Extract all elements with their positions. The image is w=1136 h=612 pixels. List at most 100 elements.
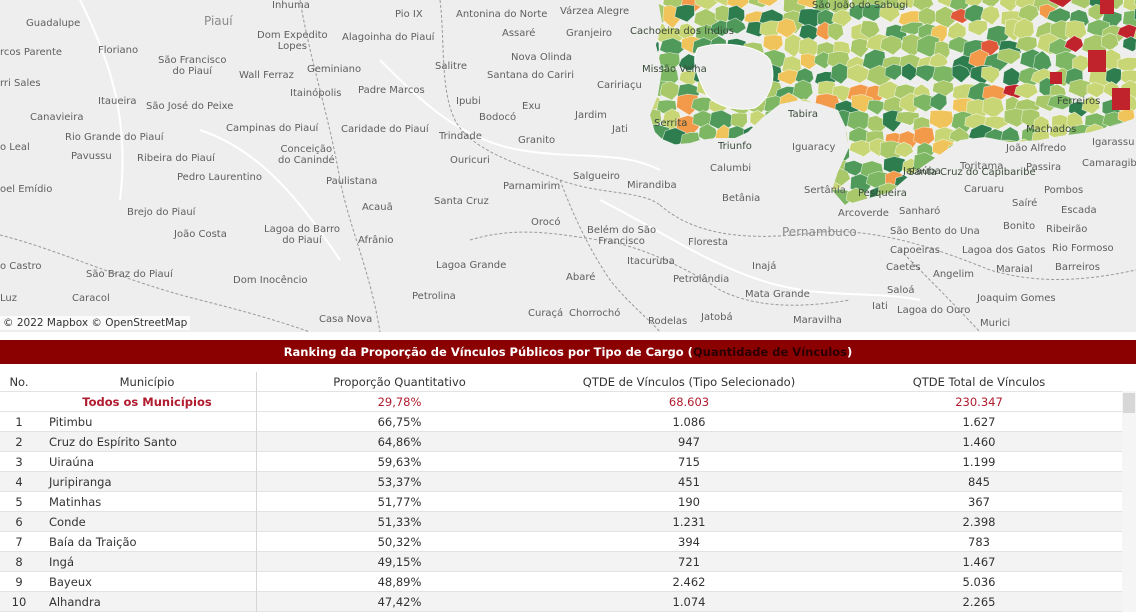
ranking-title-measure[interactable]: Quantidade de Vínculos [693, 345, 847, 359]
municipality-polygon[interactable] [1018, 176, 1043, 198]
table-row[interactable]: 2 Cruz do Espírito Santo 64,86% 947 1.460 [0, 432, 1122, 452]
municipality-polygon[interactable] [763, 109, 786, 126]
municipality-polygon[interactable] [641, 145, 668, 163]
municipality-polygon[interactable] [814, 93, 841, 114]
municipality-polygon[interactable] [679, 131, 701, 154]
municipality-polygon[interactable] [781, 183, 800, 204]
municipality-polygon[interactable] [1102, 204, 1126, 222]
column-header-no[interactable]: No. [0, 372, 38, 392]
municipality-polygon[interactable] [744, 206, 763, 222]
municipality-polygon[interactable] [827, 22, 845, 42]
municipality-polygon[interactable] [951, 206, 971, 222]
municipality-polygon[interactable] [696, 201, 721, 216]
map-place-label: Pio IX [395, 9, 423, 20]
table-row[interactable]: 10 Alhandra 47,42% 1.074 2.265 [0, 592, 1122, 612]
municipality-polygon[interactable] [710, 202, 730, 220]
municipality-polygon[interactable] [642, 40, 660, 58]
row-total: 783 [968, 535, 990, 549]
municipality-polygon[interactable] [1116, 172, 1136, 194]
municipality-polygon[interactable] [1112, 88, 1130, 110]
municipality-polygon[interactable] [980, 202, 1000, 225]
municipality-polygon[interactable] [779, 175, 805, 198]
table-scrollbar[interactable] [1122, 391, 1136, 612]
municipality-polygon[interactable] [730, 204, 752, 227]
row-proporcao: 53,37% [256, 472, 542, 492]
table-row[interactable]: 8 Ingá 49,15% 721 1.467 [0, 552, 1122, 572]
municipality-polygon[interactable] [656, 204, 679, 224]
municipality-polygon[interactable] [792, 202, 818, 218]
municipality-polygon[interactable] [970, 199, 994, 224]
municipality-polygon[interactable] [780, 199, 802, 220]
municipality-polygon[interactable] [1104, 168, 1124, 185]
column-header-total[interactable]: QTDE Total de Vínculos [836, 372, 1122, 392]
municipality-polygon[interactable] [795, 158, 815, 177]
map-place-label: Abaré [566, 272, 596, 283]
choropleth-map[interactable]: Inhuma Guadalupe Piauí Pio IX Antonina do No… [0, 0, 1136, 332]
municipality-polygon[interactable] [765, 153, 793, 174]
column-header-municipio[interactable]: Município [38, 372, 256, 392]
map-place-label: Granito [518, 135, 556, 146]
table-scrollbar-thumb[interactable] [1123, 393, 1135, 413]
municipality-polygon[interactable] [1119, 191, 1136, 214]
municipality-polygon[interactable] [659, 80, 680, 101]
municipality-polygon[interactable] [929, 109, 955, 131]
municipality-polygon[interactable] [759, 143, 782, 164]
map-place-label: São Bento do Una [890, 226, 980, 237]
municipality-polygon[interactable] [1035, 206, 1053, 226]
municipality-polygon[interactable] [674, 145, 699, 165]
map-place-label: Padre Marcos [358, 85, 425, 96]
table-row[interactable]: 7 Baía da Traição 50,32% 394 783 [0, 532, 1122, 552]
table-row[interactable]: 9 Bayeux 48,89% 2.462 5.036 [0, 572, 1122, 592]
municipality-polygon[interactable] [639, 0, 660, 14]
map-place-label: Dom Inocêncio [233, 275, 308, 286]
municipality-polygon[interactable] [929, 92, 948, 112]
column-header-qtde[interactable]: QTDE de Vínculos (Tipo Selecionado) [542, 372, 836, 392]
row-municipio: Uiraúna [49, 455, 95, 469]
table-row[interactable]: 1 Pitimbu 66,75% 1.086 1.627 [0, 412, 1122, 432]
municipality-polygon[interactable] [1050, 72, 1062, 84]
municipality-polygon[interactable] [691, 170, 714, 192]
municipality-polygon[interactable] [947, 142, 973, 164]
municipality-polygon[interactable] [679, 158, 698, 178]
municipality-polygon[interactable] [677, 172, 700, 188]
map-attribution[interactable]: © 2022 Mapbox © OpenStreetMap [0, 316, 191, 330]
municipality-polygon[interactable] [758, 170, 780, 187]
municipality-polygon[interactable] [1088, 50, 1106, 72]
table-row[interactable]: 6 Conde 51,33% 1.231 2.398 [0, 512, 1122, 532]
municipality-polygon[interactable] [1081, 170, 1106, 194]
municipality-polygon[interactable] [759, 187, 780, 204]
municipality-polygon[interactable] [749, 110, 767, 129]
map-place-label: João Alfredo [1006, 143, 1067, 154]
municipality-polygon[interactable] [674, 198, 694, 218]
municipality-polygon[interactable] [694, 186, 714, 207]
map-place-label: Bodocó [479, 112, 517, 123]
municipality-polygon[interactable] [932, 80, 955, 97]
municipality-polygon[interactable] [712, 172, 729, 193]
municipality-polygon[interactable] [1116, 203, 1136, 224]
municipality-polygon[interactable] [987, 143, 1008, 163]
map-place-label: Chorrochó [569, 308, 621, 319]
municipality-polygon[interactable] [912, 185, 935, 205]
column-header-proporcao[interactable]: Proporção Quantitativo [256, 372, 542, 392]
municipality-polygon[interactable] [660, 146, 679, 162]
map-place-label: Pesqueira [858, 188, 907, 199]
municipality-polygon[interactable] [1102, 187, 1129, 205]
municipality-polygon[interactable] [761, 203, 786, 219]
map-place-label: Maraial [996, 264, 1033, 275]
municipality-polygon[interactable] [765, 126, 787, 146]
map-place-label: Caridade do Piauí [341, 124, 429, 135]
table-row[interactable]: 4 Juripiranga 53,37% 451 845 [0, 472, 1122, 492]
municipality-polygon[interactable] [775, 155, 794, 181]
municipality-polygon[interactable] [1122, 36, 1136, 52]
municipality-polygon[interactable] [1100, 0, 1114, 14]
municipality-polygon[interactable] [866, 99, 885, 116]
municipality-polygon[interactable] [811, 156, 831, 174]
table-row[interactable]: 3 Uiraúna 59,63% 715 1.199 [0, 452, 1122, 472]
municipality-polygon[interactable] [1084, 183, 1108, 206]
municipality-polygon[interactable] [647, 203, 671, 223]
summary-row[interactable]: Todos os Municípios 29,78% 68.603 230.34… [0, 392, 1122, 412]
row-no: 8 [15, 555, 23, 569]
municipality-polygon[interactable] [677, 189, 704, 209]
table-row[interactable]: 5 Matinhas 51,77% 190 367 [0, 492, 1122, 512]
municipality-polygon[interactable] [967, 19, 988, 37]
